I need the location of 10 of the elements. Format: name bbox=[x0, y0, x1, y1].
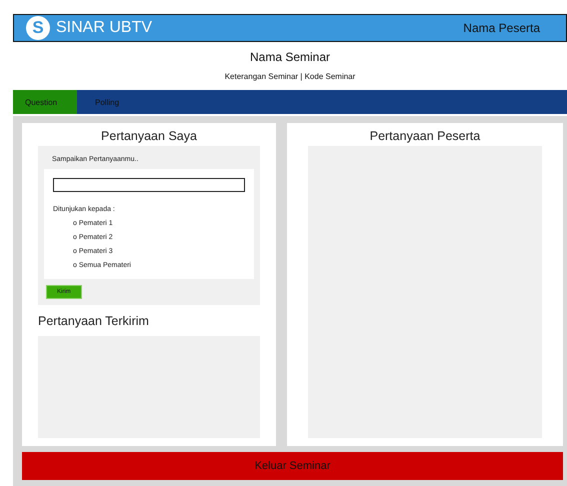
seminar-title: Nama Seminar bbox=[248, 50, 332, 64]
sent-questions-title: Pertanyaan Terkirim bbox=[38, 314, 150, 328]
seminar-subtitle: Keterangan Seminar | Kode Seminar bbox=[224, 72, 356, 81]
question-field[interactable] bbox=[53, 178, 245, 192]
panel-title: Pertanyaan Saya bbox=[100, 129, 198, 143]
tab[interactable]: Question bbox=[13, 90, 77, 114]
user-name: Nama Peserta bbox=[463, 21, 540, 35]
brand-name: SINAR UBTV bbox=[56, 19, 152, 37]
panel-title: Pertanyaan Peserta bbox=[368, 129, 482, 143]
logo-icon: S bbox=[26, 16, 50, 40]
